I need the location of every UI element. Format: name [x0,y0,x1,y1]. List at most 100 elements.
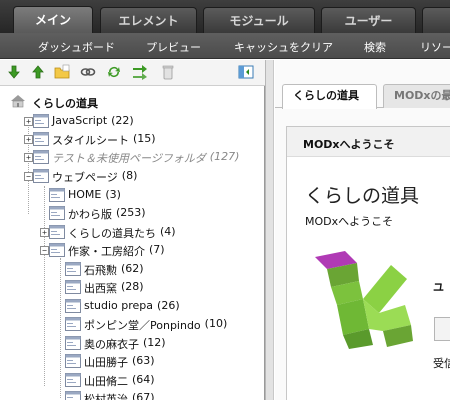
tree-node-label[interactable]: 松村英治 [84,391,128,400]
tab-modx-news[interactable]: MODxの最 [383,84,450,108]
tree-node-count: (28) [121,280,144,293]
inbox-icon[interactable] [434,317,450,341]
tab-modules[interactable]: モジュール [203,7,315,33]
tree-node-label[interactable]: くらしの道具たち [68,225,156,241]
tree-node-label[interactable]: HOME [68,188,101,201]
page-icon [65,280,81,294]
expand-node-icon[interactable]: + [24,153,33,162]
tree-node-artist[interactable]: 山田脩二 (64) [0,372,264,389]
tab-site-home[interactable]: くらしの道具 [282,84,377,109]
tree-node-count: (62) [121,262,144,275]
tree-node-kawaraban[interactable]: かわら版 (253) [0,205,264,222]
tree-node-label[interactable]: テスト＆未使用ページフォルダ [52,150,206,166]
page-icon [65,336,81,350]
page-icon [33,114,49,128]
tree-node-count: (63) [132,354,155,367]
collapse-node-icon[interactable]: − [40,246,49,255]
tree-node-label[interactable]: 山田勝子 [84,354,128,370]
tree-node-label[interactable]: かわら版 [68,206,112,222]
tree-node-label[interactable]: ウェブページ [52,169,118,185]
tree-node-label[interactable]: JavaScript [52,114,107,127]
tree-toolbar [0,60,265,86]
weblink-icon[interactable] [80,64,96,80]
tree-node-count: (253) [116,206,146,219]
tree-node-count: (12) [143,336,166,349]
refresh-icon[interactable] [106,64,122,80]
tree-node-artist[interactable]: studio prepa (26) [0,298,264,315]
tree-node-artist[interactable]: ポンピン堂／Ponpindo (10) [0,316,264,333]
manager-window: メイン エレメント モジュール ユーザー ダッシュボード プレビュー キャッシュ… [0,0,450,400]
quick-link-label: ユ [433,281,444,294]
page-icon [65,317,81,331]
menu-search[interactable]: 検索 [364,39,386,55]
page-icon [65,299,81,313]
tree-node-label[interactable]: 出西窯 [84,280,117,296]
tree-node-count: (7) [149,243,165,256]
tree-node-count: (127) [209,150,240,163]
collapse-tree-icon[interactable] [30,64,46,80]
tree-node-home[interactable]: HOME (3) [0,187,264,204]
menu-resources[interactable]: リソー [420,39,450,55]
page-icon [65,262,81,276]
tab-more[interactable] [422,7,450,33]
expand-node-icon[interactable]: + [40,228,49,237]
inbox-label: 受信 [433,357,450,370]
tree-node-label[interactable]: ポンピン堂／Ponpindo [84,317,201,333]
tree-node-label[interactable]: 石飛勲 [84,262,117,278]
tree-node-javascript[interactable]: + JavaScript (22) [0,113,264,130]
page-icon [49,188,65,202]
page-icon [65,391,81,400]
menu-preview[interactable]: プレビュー [146,39,201,55]
tree-node-count: (64) [132,373,155,386]
tab-users[interactable]: ユーザー [321,7,416,33]
menu-clear-cache[interactable]: キャッシュをクリア [234,39,333,55]
tab-main[interactable]: メイン [13,6,93,33]
expand-node-icon[interactable]: + [24,135,33,144]
tree-node-test-folder[interactable]: + テスト＆未使用ページフォルダ (127) [0,149,264,166]
sub-menu: ダッシュボード プレビュー キャッシュをクリア 検索 リソー [0,33,450,59]
tree-node-count: (22) [111,114,134,127]
tree-node-count: (67) [132,391,155,400]
tree-node-artist[interactable]: 山田勝子 (63) [0,353,264,370]
welcome-heading: くらしの道具 [305,185,420,207]
page-icon [65,354,81,368]
welcome-subheading: MODxへようこそ [305,215,394,228]
content-tab-strip: くらしの道具 MODxの最 [275,84,450,109]
expand-tree-icon[interactable] [6,64,22,80]
tree-node-count: (15) [133,132,156,145]
welcome-card-title: MODxへようこそ [303,138,395,151]
tree-node-label[interactable]: 奥の麻衣子 [84,336,139,352]
tree-node-artist[interactable]: 石飛勲 (62) [0,261,264,278]
tree-node-webpages[interactable]: − ウェブページ (8) [0,168,264,185]
page-icon [33,169,49,183]
tree-node-label[interactable]: 作家・工房紹介 [68,243,145,259]
tree-node-count: (4) [160,225,176,238]
page-icon [49,243,65,257]
modx-logo-icon [315,251,413,349]
tree-node-stylesheets[interactable]: + スタイルシート (15) [0,131,264,148]
expand-node-icon[interactable]: + [24,117,33,126]
tree-node-artist[interactable]: 出西窯 (28) [0,279,264,296]
tree-node-kurashi-tools[interactable]: + くらしの道具たち (4) [0,224,264,241]
page-icon [49,225,65,239]
tree-root-label[interactable]: くらしの道具 [32,95,98,111]
panel-splitter[interactable] [265,60,274,400]
site-tree-panel: くらしの道具 + JavaScript (22) + スタイルシート (15) + テスト＆未… [0,86,265,400]
hide-panel-icon[interactable] [238,64,254,80]
page-icon [65,373,81,387]
tree-node-artist[interactable]: 奥の麻衣子 (12) [0,335,264,352]
menu-dashboard[interactable]: ダッシュボード [38,39,115,55]
tab-elements[interactable]: エレメント [100,7,197,33]
collapse-node-icon[interactable]: − [24,172,33,181]
trash-icon[interactable] [160,64,176,80]
new-folder-icon[interactable] [54,64,70,80]
tree-node-artists[interactable]: − 作家・工房紹介 (7) [0,242,264,259]
sort-icon[interactable] [132,64,148,80]
tree-node-count: (8) [121,169,138,182]
tree-node-count: (10) [204,317,228,330]
tree-node-label[interactable]: 山田脩二 [84,373,128,389]
tree-node-label[interactable]: スタイルシート [52,132,129,148]
tree-node-artist[interactable]: 松村英治 (67) [0,390,264,400]
welcome-card-header: MODxへようこそ [287,127,450,157]
tree-node-label[interactable]: studio prepa [84,299,153,312]
